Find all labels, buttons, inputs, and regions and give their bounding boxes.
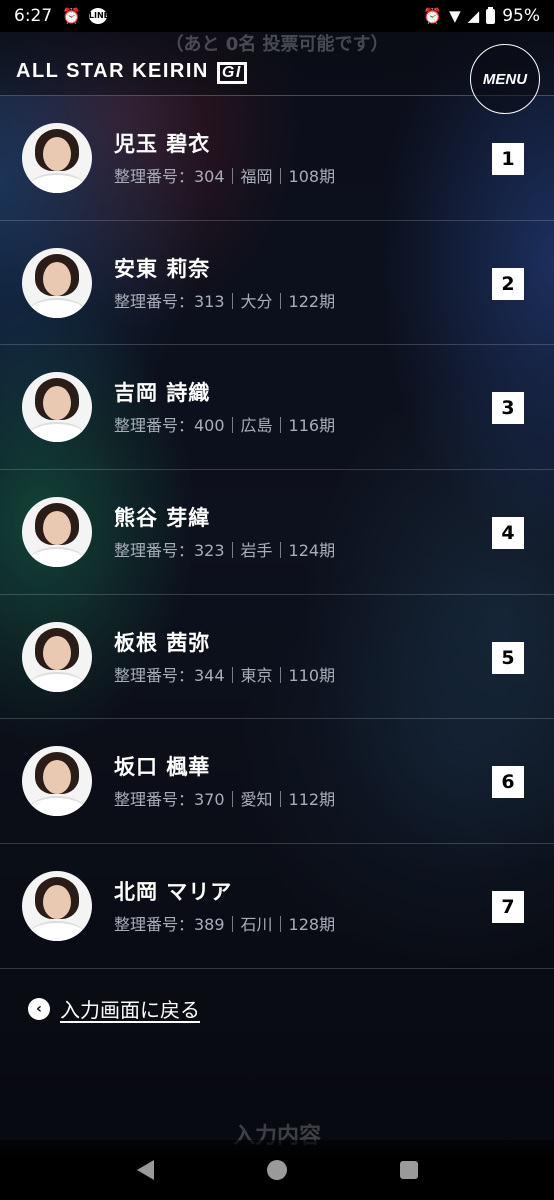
rider-name: 吉岡 詩織 [114,381,211,406]
rider-avatar [22,497,92,568]
chevron-left-icon: ‹ [28,997,50,1020]
avatar-face [43,885,71,920]
rider-name: 安東 莉奈 [114,256,211,281]
line-app-icon: LINE [88,8,109,24]
rider-meta: 整理番号：313｜大分｜122期 [114,291,336,311]
site-logo[interactable]: ALL STAR KEIRIN GI [16,60,247,84]
rank-badge: 6 [492,766,524,799]
rider-name: 坂口 楓華 [114,755,211,780]
rank-badge: 7 [492,891,524,924]
avatar-shirt [28,173,86,193]
rider-avatar [22,123,92,193]
status-bar: 6:27 ⏰ LINE ⏰ ▼ ◢ 95% [0,0,554,32]
rider-meta: 整理番号：304｜福岡｜108期 [114,167,336,186]
avatar-shirt [28,297,86,318]
rider-row: 板根 茜弥整理番号：344｜東京｜110期 5 [0,595,554,720]
status-right: ⏰ ▼ ◢ 95% [423,6,540,26]
avatar-face [43,261,71,296]
rank-badge: 3 [492,392,524,425]
g1-badge: GI [216,62,247,84]
rank-badge: 4 [492,517,524,550]
avatar-shirt [28,796,86,817]
rider-meta: 整理番号：370｜愛知｜112期 [114,790,336,810]
rider-row: 児玉 碧衣整理番号：304｜福岡｜108期 1 [0,96,554,221]
rank-badge: 5 [492,641,524,674]
menu-button[interactable]: MENU [470,44,540,114]
rider-meta: 整理番号：344｜東京｜110期 [114,665,336,685]
avatar-face [43,635,71,670]
signal-icon: ◢ [467,7,480,25]
rider-name: 北岡 マリア [114,880,233,905]
nav-home-icon[interactable] [266,1160,287,1180]
rider-avatar [22,372,92,443]
battery-icon [486,6,496,24]
back-link-label: 入力画面に戻る [60,998,200,1022]
avatar-face [43,137,71,171]
rider-avatar [22,746,92,817]
site-header: （あと 0名 投票可能です） ALL STAR KEIRIN GI MENU [0,32,554,114]
android-nav-bar [0,1140,554,1200]
rider-row: 熊谷 芽緯整理番号：323｜岩手｜124期 4 [0,470,554,595]
rider-meta: 整理番号：400｜広島｜116期 [114,416,336,436]
rider-meta: 整理番号：323｜岩手｜124期 [114,541,336,561]
battery-percent: 95% [502,6,540,26]
avatar-shirt [28,547,86,568]
rider-avatar [22,247,92,318]
rider-name: 児玉 碧衣 [114,132,211,156]
logo-text: ALL STAR KEIRIN [16,60,209,82]
rider-name: 熊谷 芽緯 [114,506,211,531]
status-time: 6:27 [14,6,53,26]
alarm-icon: ⏰ [62,7,81,25]
rider-avatar [22,871,92,942]
rider-row: 安東 莉奈整理番号：313｜大分｜122期 2 [0,221,554,346]
nav-recents-icon[interactable] [399,1161,418,1179]
back-to-input-link[interactable]: ‹ 入力画面に戻る [28,994,200,1023]
wifi-icon: ▼ [449,7,461,25]
rider-row: 北岡 マリア整理番号：389｜石川｜128期 7 [0,844,554,969]
rank-badge: 1 [492,143,524,175]
remaining-votes-text: （あと 0名 投票可能です） [165,34,389,55]
nav-back-icon[interactable] [136,1160,154,1180]
rider-avatar [22,621,92,692]
rider-row: 吉岡 詩織整理番号：400｜広島｜116期 3 [0,345,554,471]
alarm-icon: ⏰ [423,7,443,25]
avatar-shirt [28,422,86,443]
rider-meta: 整理番号：389｜石川｜128期 [114,915,336,935]
rider-row: 坂口 楓華整理番号：370｜愛知｜112期 6 [0,719,554,845]
rank-badge: 2 [492,267,524,300]
avatar-shirt [28,921,86,942]
avatar-shirt [28,671,86,692]
avatar-face [43,511,71,546]
selected-riders-list: 児玉 碧衣整理番号：304｜福岡｜108期 1 安東 莉奈整理番号：313｜大分｜1… [0,96,554,969]
rider-name: 板根 茜弥 [114,630,211,655]
